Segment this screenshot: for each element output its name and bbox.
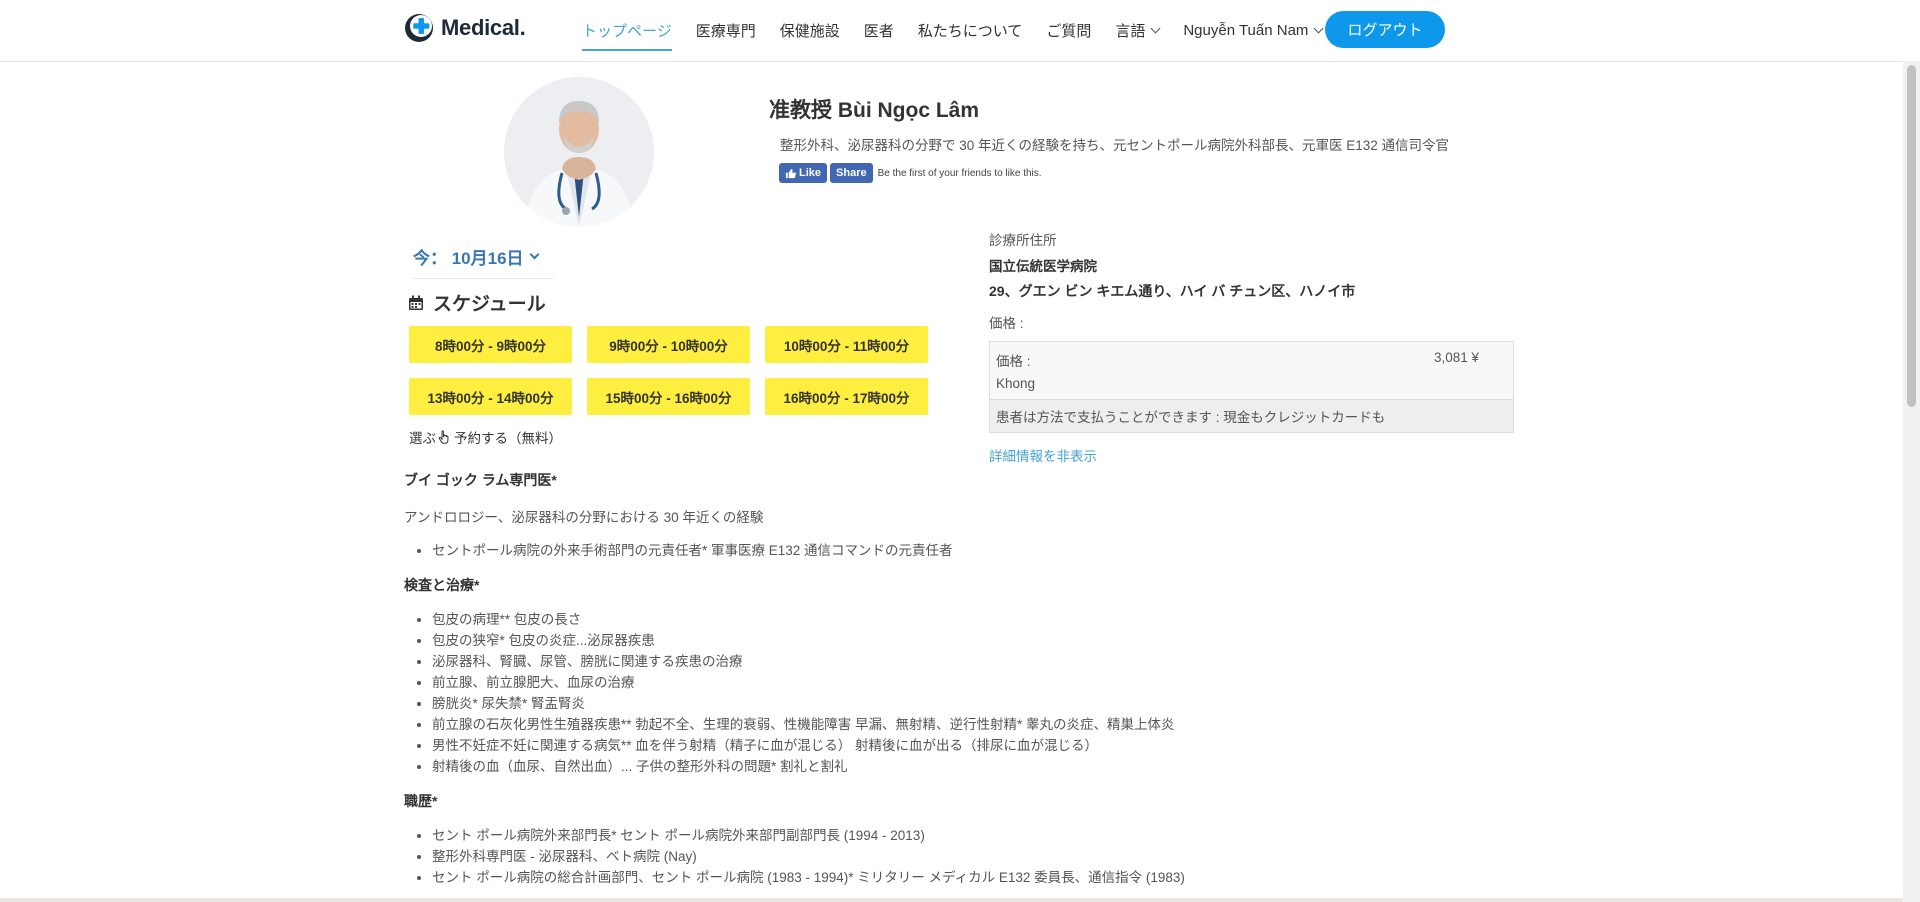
nav-specialties[interactable]: 医療専門 — [696, 20, 756, 41]
divider — [413, 278, 553, 279]
medical-cross-logo-icon — [405, 14, 433, 42]
list-item: セント ポール病院外来部門長* セント ポール病院外来部門副部門長 (1994 … — [432, 825, 1554, 846]
doctor-avatar — [504, 77, 654, 227]
details-heading: ブイ ゴック ラム専門医* — [404, 472, 557, 488]
details-list: 包皮の病理** 包皮の長さ 包皮の狭窄* 包皮の炎症...泌尿器疾患 泌尿器科、… — [404, 609, 1554, 777]
price-note: Khong — [996, 376, 1036, 391]
list-item: 泌尿器科、腎臓、尿管、膀胱に関連する疾患の治療 — [432, 651, 1554, 672]
bottom-strip — [0, 898, 1903, 902]
chevron-down-icon — [529, 249, 539, 260]
details-list: セントポール病院の外来手術部門の元責任者* 軍事医療 E132 通信コマンドの元… — [404, 540, 1554, 561]
details-intro: アンドロロジー、泌尿器科の分野における 30 年近くの経験 — [404, 510, 764, 525]
details-list: セント ポール病院外来部門長* セント ポール病院外来部門副部門長 (1994 … — [404, 825, 1554, 888]
doctor-name: 准教授 Bùi Ngọc Lâm — [769, 99, 980, 122]
date-select[interactable]: 今： 10月16日 — [413, 244, 539, 269]
user-name: Nguyễn Tuấn Nam — [1183, 22, 1309, 39]
details-heading: 職歴* — [404, 793, 438, 809]
hand-pointer-icon — [438, 430, 449, 444]
clinic-name: 国立伝統医学病院 — [989, 259, 1097, 274]
price-row-label: 価格 : — [996, 354, 1031, 369]
scrollbar-thumb[interactable] — [1907, 65, 1916, 407]
doctor-description: 整形外科、泌尿器科の分野で 30 年近くの経験を持ち、元セントポール病院外科部長… — [780, 138, 1450, 153]
fb-like-label: Like — [799, 167, 822, 179]
chevron-down-icon — [1150, 23, 1161, 34]
price-table: 価格 : 3,081 ¥ Khong 患者は方法で支払うことができます : 現金… — [989, 341, 1514, 433]
page-scrollbar[interactable] — [1903, 61, 1920, 902]
time-slot-button[interactable]: 8時00分 - 9時00分 — [409, 326, 572, 363]
clinic-address-label: 診療所住所 — [989, 233, 1057, 248]
language-label: 言語 — [1115, 23, 1146, 40]
thumbs-up-icon — [785, 168, 796, 178]
fb-like-button[interactable]: Like — [779, 163, 828, 183]
time-slot-button[interactable]: 10時00分 - 11時00分 — [765, 326, 928, 363]
list-item: 前立腺、前立腺肥大、血尿の治療 — [432, 672, 1554, 693]
list-item: セントポール病院の外来手術部門の元責任者* 軍事医療 E132 通信コマンドの元… — [432, 540, 1554, 561]
nav-doctors[interactable]: 医者 — [864, 20, 894, 41]
top-navbar: Medical. トップページ 医療専門 保健施設 医者 私たちについて ご質問… — [0, 0, 1920, 62]
booking-note-suffix: 予約する（無料） — [454, 431, 562, 446]
logo[interactable]: Medical. — [404, 13, 526, 43]
details-heading: 検査と治療* — [404, 577, 480, 593]
list-item: 膀胱炎* 尿失禁* 腎盂腎炎 — [432, 693, 1554, 714]
doctor-photo — [504, 77, 654, 227]
time-slot-button[interactable]: 9時00分 - 10時00分 — [587, 326, 750, 363]
price-label: 価格 : — [989, 316, 1024, 331]
list-item: 整形外科専門医 - 泌尿器科、ベト病院 (Nay) — [432, 846, 1554, 867]
list-item: 射精後の血（血尿、自然出血）... 子供の整形外科の問題* 割礼と割礼 — [432, 756, 1554, 777]
nav-about[interactable]: 私たちについて — [918, 20, 1023, 41]
time-slot-button[interactable]: 13時00分 - 14時00分 — [409, 378, 572, 415]
list-item: 前立腺の石灰化男性生殖器疾患** 勃起不全、生理的衰弱、性機能障害 早漏、無射精… — [432, 714, 1554, 735]
logo-text: Medical. — [441, 15, 526, 40]
doctor-details: ブイ ゴック ラム専門医* アンドロロジー、泌尿器科の分野における 30 年近く… — [404, 470, 1554, 888]
nav-facilities[interactable]: 保健施設 — [780, 20, 840, 41]
nav-home[interactable]: トップページ — [582, 20, 672, 51]
main-nav: トップページ 医療専門 保健施設 医者 私たちについて ご質問 言語 Nguyễ… — [582, 0, 1346, 61]
hide-details-link[interactable]: 詳細情報を非表示 — [989, 445, 1097, 465]
fb-share-button[interactable]: Share — [830, 163, 873, 183]
time-slot-button[interactable]: 15時00分 - 16時00分 — [587, 378, 750, 415]
fb-note: Be the first of your friends to like thi… — [877, 167, 1042, 179]
schedule-title: スケジュール — [433, 294, 546, 315]
list-item: 包皮の病理** 包皮の長さ — [432, 609, 1554, 630]
booking-note-prefix: 選ぶ — [409, 431, 436, 446]
language-dropdown[interactable]: 言語 — [1115, 20, 1161, 41]
time-slot-button[interactable]: 16時00分 - 17時00分 — [765, 378, 928, 415]
clinic-address: 29、グエン ビン キエム通り、ハイ バ チュン区、ハノイ市 — [989, 283, 1356, 299]
payment-note: 患者は方法で支払うことができます : 現金もクレジットカードも — [990, 400, 1513, 432]
list-item: 包皮の狭窄* 包皮の炎症...泌尿器疾患 — [432, 630, 1554, 651]
nav-faq[interactable]: ご質問 — [1046, 20, 1091, 41]
booking-note: 選ぶ 予約する（無料） — [409, 427, 562, 447]
facebook-plugin: Like Share Be the first of your friends … — [779, 163, 1042, 183]
date-label: 今： 10月16日 — [413, 249, 524, 268]
user-menu-dropdown[interactable]: Nguyễn Tuấn Nam — [1183, 22, 1324, 39]
list-item: 男性不妊症不妊に関連する病気** 血を伴う射精（精子に血が混じる） 射精後に血が… — [432, 735, 1554, 756]
time-slots: 8時00分 - 9時00分 9時00分 - 10時00分 10時00分 - 11… — [409, 326, 928, 415]
list-item: セント ポール病院の総合計画部門、セント ポール病院 (1983 - 1994)… — [432, 867, 1554, 888]
price-row: 価格 : 3,081 ¥ Khong — [990, 342, 1513, 400]
schedule-heading: スケジュール — [408, 289, 546, 316]
calendar-icon — [409, 295, 423, 310]
price-value: 3,081 ¥ — [1433, 350, 1479, 365]
chevron-down-icon — [1313, 23, 1324, 34]
logout-button[interactable]: ログアウト — [1325, 11, 1445, 48]
